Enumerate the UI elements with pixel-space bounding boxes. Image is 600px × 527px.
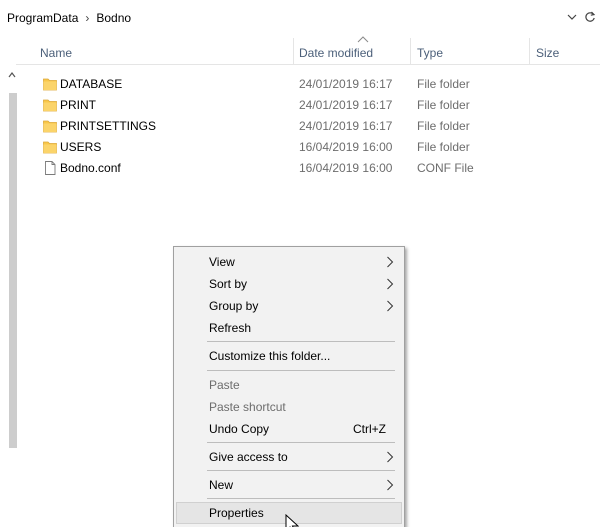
file-type: File folder	[417, 98, 470, 112]
list-item[interactable]: Bodno.conf 16/04/2019 16:00 CONF File 4 …	[16, 158, 600, 179]
refresh-icon[interactable]	[582, 9, 598, 25]
menu-item-label: Group by	[209, 299, 259, 313]
menu-separator	[207, 341, 395, 342]
address-bar[interactable]: ProgramData › Bodno	[0, 0, 600, 31]
file-type: File folder	[417, 77, 470, 91]
mouse-cursor-icon	[285, 514, 299, 527]
column-header-row: Name Date modified Type Size	[16, 34, 600, 65]
menu-item-label: Paste shortcut	[209, 400, 286, 414]
menu-item-paste-shortcut: Paste shortcut	[176, 396, 402, 418]
file-name: Bodno.conf	[60, 161, 121, 175]
menu-item-label: Properties	[209, 506, 264, 520]
column-divider[interactable]	[293, 38, 294, 64]
chevron-right-icon	[387, 278, 394, 290]
chevron-right-icon	[387, 300, 394, 312]
column-header-date[interactable]: Date modified	[299, 34, 373, 64]
breadcrumb-separator[interactable]: ›	[80, 11, 94, 25]
file-date: 24/01/2019 16:17	[299, 119, 393, 133]
menu-item-undo-copy[interactable]: Undo Copy Ctrl+Z	[176, 418, 402, 440]
folder-icon	[43, 99, 57, 112]
list-item[interactable]: PRINTSETTINGS 24/01/2019 16:17 File fold…	[16, 116, 600, 137]
folder-icon	[43, 141, 57, 154]
chevron-down-icon[interactable]	[565, 9, 579, 25]
menu-separator	[207, 370, 395, 371]
file-date: 24/01/2019 16:17	[299, 77, 393, 91]
breadcrumb-bodno[interactable]: Bodno	[94, 11, 133, 25]
file-date: 24/01/2019 16:17	[299, 98, 393, 112]
file-type: File folder	[417, 140, 470, 154]
column-divider[interactable]	[410, 38, 411, 64]
menu-item-label: View	[209, 255, 235, 269]
column-divider[interactable]	[529, 38, 530, 64]
file-type: CONF File	[417, 161, 474, 175]
menu-item-label: New	[209, 478, 234, 492]
menu-item-view[interactable]: View	[176, 251, 402, 273]
file-explorer-window: ProgramData › Bodno Name Date modified T…	[0, 0, 600, 527]
menu-item-customize-folder[interactable]: Customize this folder...	[176, 345, 402, 367]
chevron-right-icon	[387, 479, 394, 491]
folder-icon	[43, 78, 57, 91]
list-item[interactable]: USERS 16/04/2019 16:00 File folder	[16, 137, 600, 158]
menu-item-label: Undo Copy	[209, 422, 270, 436]
file-name: PRINTSETTINGS	[60, 119, 157, 133]
file-type: File folder	[417, 119, 470, 133]
menu-item-refresh[interactable]: Refresh	[176, 317, 402, 339]
column-header-type[interactable]: Type	[417, 34, 443, 64]
column-header-size[interactable]: Size	[536, 34, 559, 64]
file-date: 16/04/2019 16:00	[299, 161, 393, 175]
menu-item-label: Give access to	[209, 450, 288, 464]
menu-item-shortcut: Ctrl+Z	[353, 422, 386, 436]
menu-separator	[207, 442, 395, 443]
breadcrumb-programdata[interactable]: ProgramData	[5, 11, 80, 25]
column-header-name[interactable]: Name	[40, 34, 72, 64]
menu-separator	[207, 498, 395, 499]
file-date: 16/04/2019 16:00	[299, 140, 393, 154]
menu-item-give-access[interactable]: Give access to	[176, 446, 402, 468]
file-size: 4 KB	[566, 161, 600, 175]
list-item[interactable]: DATABASE 24/01/2019 16:17 File folder	[16, 74, 600, 95]
menu-item-label: Sort by	[209, 277, 248, 291]
file-name: USERS	[60, 140, 102, 154]
chevron-right-icon	[387, 451, 394, 463]
file-name: DATABASE	[60, 77, 123, 91]
menu-item-label: Refresh	[209, 321, 252, 335]
navigation-pane-scrollbar[interactable]	[0, 31, 17, 527]
file-list: DATABASE 24/01/2019 16:17 File folder PR…	[16, 74, 600, 179]
folder-icon	[43, 120, 57, 133]
chevron-right-icon	[387, 256, 394, 268]
context-menu: View Sort by Group by Refresh Customize …	[173, 246, 405, 527]
menu-separator	[207, 470, 395, 471]
scroll-up-icon[interactable]	[8, 69, 16, 79]
menu-item-new[interactable]: New	[176, 474, 402, 496]
list-item[interactable]: PRINT 24/01/2019 16:17 File folder	[16, 95, 600, 116]
file-name: PRINT	[60, 98, 96, 112]
menu-item-paste: Paste	[176, 374, 402, 396]
menu-item-label: Customize this folder...	[209, 349, 331, 363]
menu-item-label: Paste	[209, 378, 240, 392]
menu-item-group-by[interactable]: Group by	[176, 295, 402, 317]
breadcrumb: ProgramData › Bodno	[5, 10, 133, 26]
file-icon	[45, 161, 56, 175]
menu-item-sort-by[interactable]: Sort by	[176, 273, 402, 295]
